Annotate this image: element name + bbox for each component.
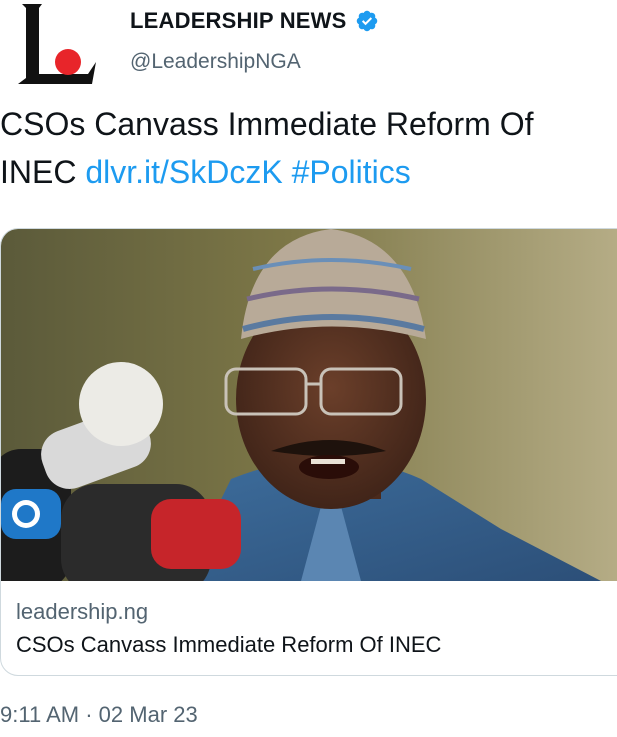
author-avatar[interactable]: [12, 0, 104, 88]
card-title: CSOs Canvass Immediate Reform Of INEC: [16, 632, 442, 657]
tweet-date: 02 Mar 23: [98, 702, 198, 727]
card-domain: leadership.ng: [16, 599, 149, 624]
card-photo: [1, 229, 617, 581]
tweet-hashtag[interactable]: #Politics: [292, 154, 411, 190]
timestamp-separator: ·: [85, 702, 93, 727]
tweet-timestamp[interactable]: 9:11 AM · 02 Mar 23: [0, 702, 198, 728]
tweet-text: CSOs Canvass Immediate Reform Of INEC dl…: [0, 100, 617, 196]
display-name-text: LEADERSHIP NEWS: [130, 8, 347, 33]
verified-badge-icon: [356, 10, 377, 32]
author-handle[interactable]: @LeadershipNGA: [130, 50, 301, 74]
card-image[interactable]: [1, 229, 617, 581]
tweet-time: 9:11 AM: [0, 702, 80, 727]
tweet-link[interactable]: dlvr.it/SkDczK: [85, 154, 282, 190]
link-preview-card[interactable]: leadership.ng CSOs Canvass Immediate Ref…: [0, 228, 617, 676]
leadership-logo-icon: [18, 4, 96, 84]
card-meta: leadership.ng CSOs Canvass Immediate Ref…: [16, 597, 441, 661]
author-display-name[interactable]: LEADERSHIP NEWS: [130, 8, 379, 34]
